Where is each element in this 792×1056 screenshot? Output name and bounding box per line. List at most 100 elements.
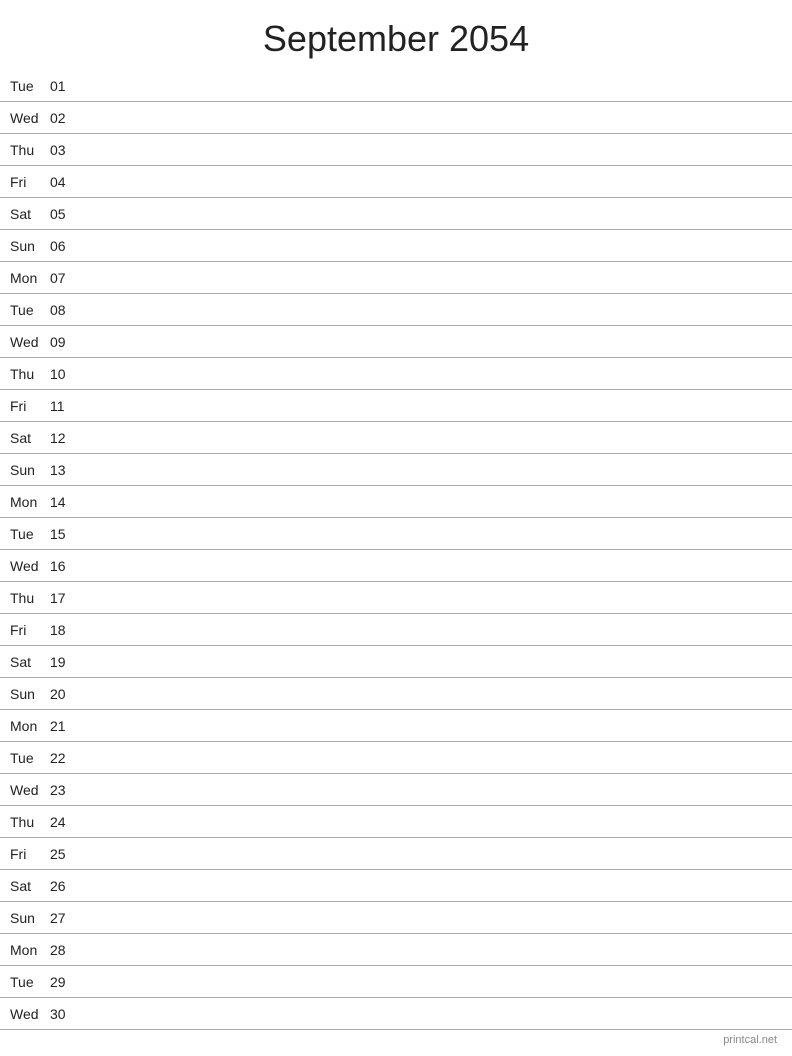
calendar-row: Fri11 [0, 390, 792, 422]
day-name: Mon [10, 494, 50, 510]
calendar-row: Tue29 [0, 966, 792, 998]
day-name: Tue [10, 302, 50, 318]
calendar-row: Tue22 [0, 742, 792, 774]
day-number: 29 [50, 974, 80, 990]
calendar-row: Wed02 [0, 102, 792, 134]
calendar-row: Thu03 [0, 134, 792, 166]
calendar-row: Fri25 [0, 838, 792, 870]
day-name: Fri [10, 622, 50, 638]
day-number: 18 [50, 622, 80, 638]
day-line [80, 181, 782, 182]
page-title: September 2054 [0, 0, 792, 70]
day-line [80, 149, 782, 150]
day-line [80, 277, 782, 278]
day-number: 07 [50, 270, 80, 286]
calendar-row: Wed09 [0, 326, 792, 358]
day-number: 05 [50, 206, 80, 222]
calendar-row: Thu10 [0, 358, 792, 390]
day-number: 16 [50, 558, 80, 574]
day-name: Thu [10, 590, 50, 606]
calendar-row: Tue08 [0, 294, 792, 326]
day-number: 06 [50, 238, 80, 254]
day-number: 09 [50, 334, 80, 350]
day-line [80, 245, 782, 246]
calendar-row: Sat19 [0, 646, 792, 678]
day-number: 11 [50, 398, 80, 414]
calendar-row: Fri18 [0, 614, 792, 646]
day-name: Wed [10, 558, 50, 574]
day-line [80, 501, 782, 502]
day-name: Sat [10, 878, 50, 894]
day-number: 30 [50, 1006, 80, 1022]
day-number: 28 [50, 942, 80, 958]
calendar-row: Sat12 [0, 422, 792, 454]
day-number: 02 [50, 110, 80, 126]
day-line [80, 853, 782, 854]
calendar-row: Sun27 [0, 902, 792, 934]
calendar-row: Fri04 [0, 166, 792, 198]
day-line [80, 309, 782, 310]
day-line [80, 693, 782, 694]
day-line [80, 437, 782, 438]
day-name: Mon [10, 942, 50, 958]
day-name: Wed [10, 1006, 50, 1022]
calendar-row: Tue01 [0, 70, 792, 102]
calendar-container: Tue01Wed02Thu03Fri04Sat05Sun06Mon07Tue08… [0, 70, 792, 1030]
day-number: 13 [50, 462, 80, 478]
day-name: Thu [10, 366, 50, 382]
day-number: 20 [50, 686, 80, 702]
day-name: Sat [10, 654, 50, 670]
day-name: Fri [10, 846, 50, 862]
day-line [80, 117, 782, 118]
day-number: 24 [50, 814, 80, 830]
day-line [80, 725, 782, 726]
day-number: 12 [50, 430, 80, 446]
day-line [80, 373, 782, 374]
calendar-row: Sat05 [0, 198, 792, 230]
day-name: Mon [10, 718, 50, 734]
day-number: 23 [50, 782, 80, 798]
day-line [80, 213, 782, 214]
calendar-row: Mon21 [0, 710, 792, 742]
day-line [80, 917, 782, 918]
day-line [80, 885, 782, 886]
calendar-row: Thu17 [0, 582, 792, 614]
day-name: Tue [10, 526, 50, 542]
calendar-row: Wed23 [0, 774, 792, 806]
calendar-row: Wed30 [0, 998, 792, 1030]
day-name: Wed [10, 110, 50, 126]
day-name: Sat [10, 430, 50, 446]
day-line [80, 85, 782, 86]
day-name: Sun [10, 238, 50, 254]
calendar-row: Sun20 [0, 678, 792, 710]
calendar-row: Mon28 [0, 934, 792, 966]
day-number: 27 [50, 910, 80, 926]
day-number: 19 [50, 654, 80, 670]
day-name: Sun [10, 686, 50, 702]
calendar-row: Sun06 [0, 230, 792, 262]
calendar-row: Sun13 [0, 454, 792, 486]
day-name: Tue [10, 750, 50, 766]
day-number: 14 [50, 494, 80, 510]
day-name: Wed [10, 782, 50, 798]
day-line [80, 789, 782, 790]
day-name: Sat [10, 206, 50, 222]
day-line [80, 661, 782, 662]
day-name: Sun [10, 462, 50, 478]
day-number: 22 [50, 750, 80, 766]
day-line [80, 629, 782, 630]
day-name: Wed [10, 334, 50, 350]
day-name: Tue [10, 974, 50, 990]
calendar-row: Sat26 [0, 870, 792, 902]
day-number: 15 [50, 526, 80, 542]
day-number: 25 [50, 846, 80, 862]
day-number: 03 [50, 142, 80, 158]
day-line [80, 981, 782, 982]
calendar-row: Wed16 [0, 550, 792, 582]
day-number: 01 [50, 78, 80, 94]
calendar-row: Mon14 [0, 486, 792, 518]
day-name: Thu [10, 814, 50, 830]
day-number: 21 [50, 718, 80, 734]
day-line [80, 821, 782, 822]
calendar-row: Tue15 [0, 518, 792, 550]
